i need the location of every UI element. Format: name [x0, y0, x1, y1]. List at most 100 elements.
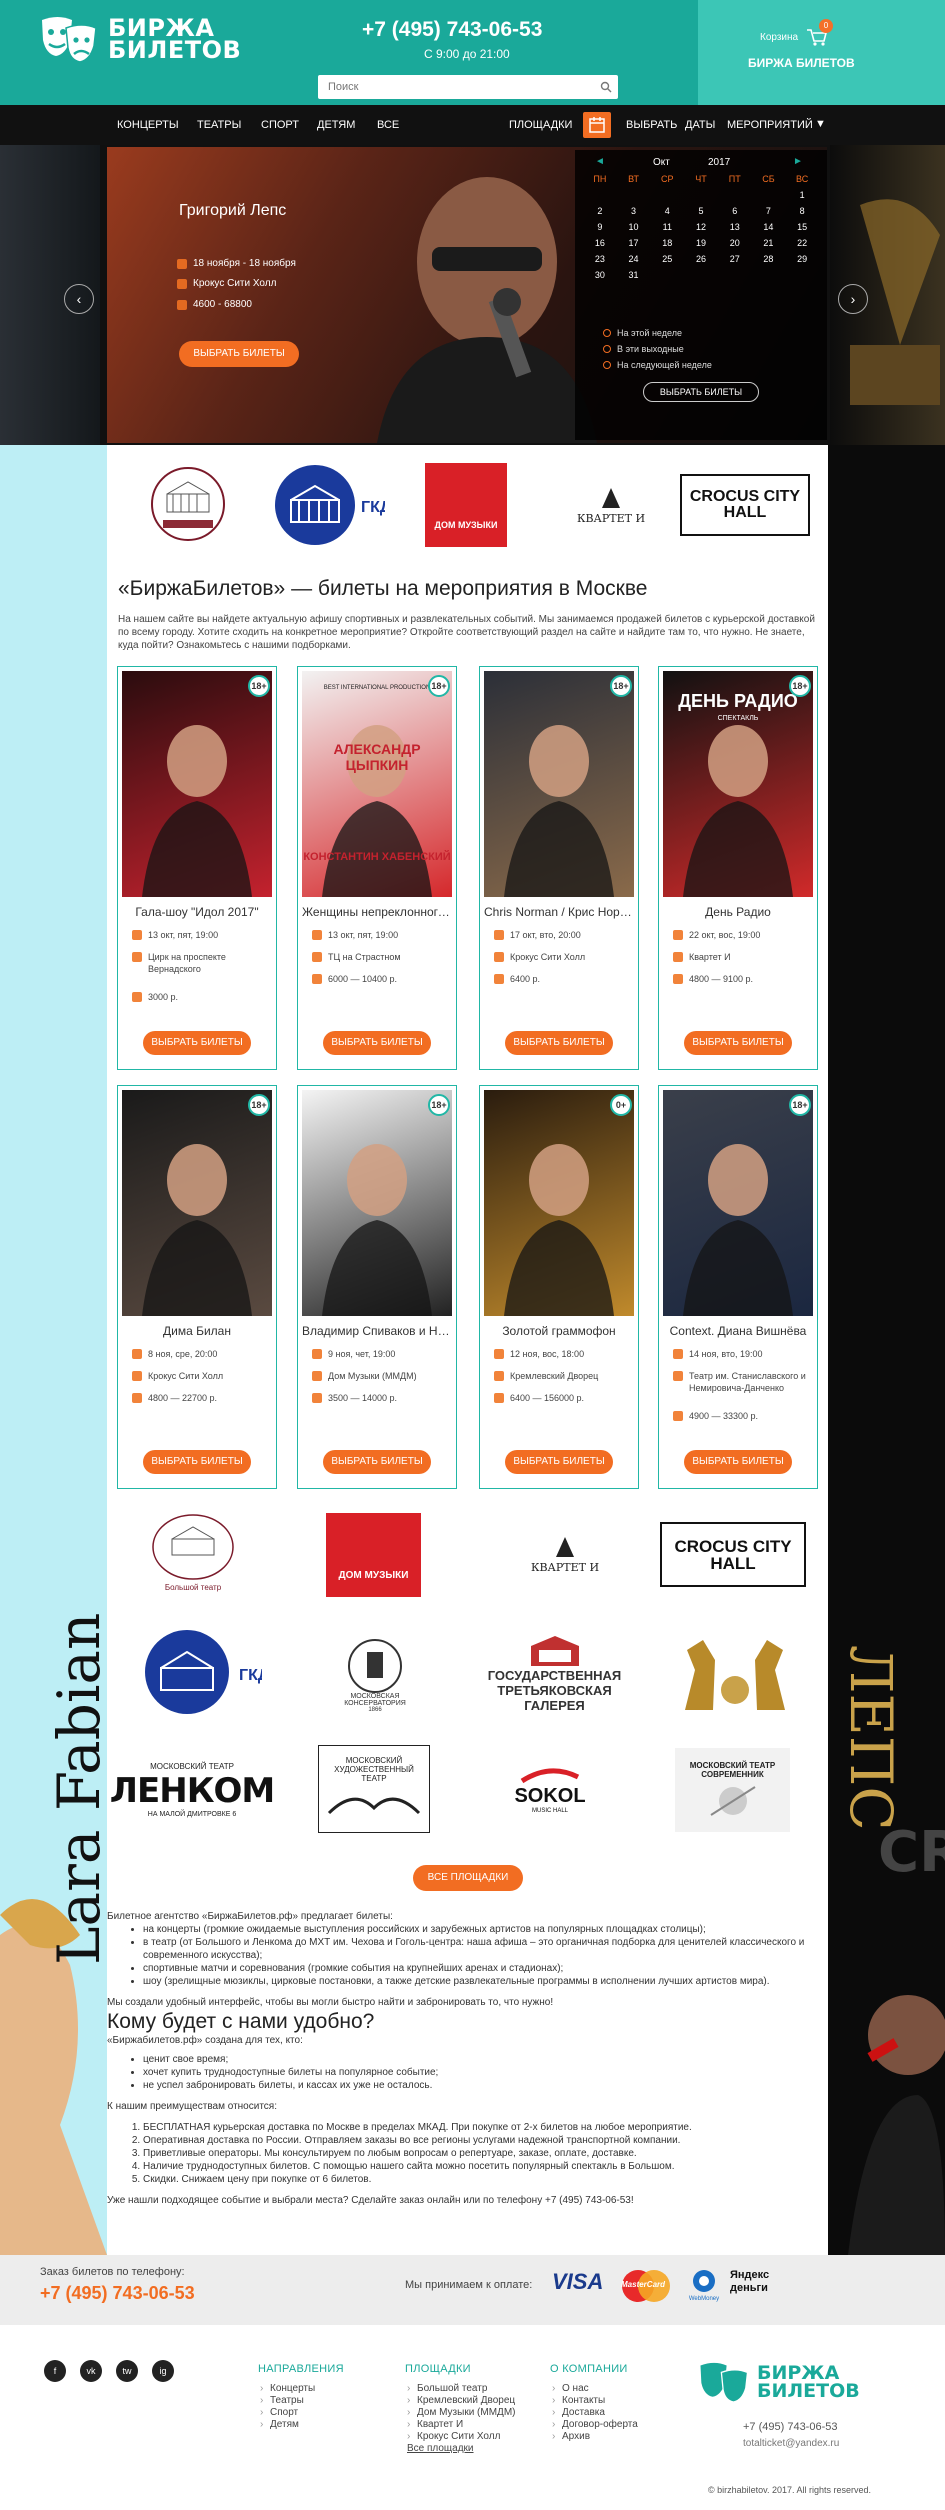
footer-link[interactable]: › Договор-оферта	[550, 2419, 638, 2431]
cart-area[interactable]: Корзина 0 БИРЖА БИЛЕТОВ	[698, 0, 945, 105]
footer-link[interactable]: › Театры	[258, 2395, 344, 2407]
calendar-option[interactable]: В эти выходные	[603, 344, 684, 354]
calendar-day[interactable]: 1	[785, 190, 819, 200]
event-card[interactable]: 0+ Золотой граммофон 12 ноя, вос, 18:00 Кре…	[479, 1085, 639, 1489]
calendar-toggle[interactable]	[583, 112, 611, 138]
nav-kids[interactable]: ДЕТЯМ	[317, 119, 355, 131]
event-card[interactable]: 18+ Context. Диана Вишнёва 14 ноя, вто, 19…	[658, 1085, 818, 1489]
calendar-day[interactable]: 13	[718, 222, 752, 232]
calendar-day[interactable]: 22	[785, 238, 819, 248]
footer-link[interactable]: › Спорт	[258, 2407, 344, 2419]
nav-all[interactable]: ВСЕ	[377, 119, 399, 131]
calendar-day[interactable]: 3	[617, 206, 651, 216]
footer-link[interactable]: › Большой театр	[405, 2383, 515, 2395]
footer-all-venues-link[interactable]: Все площадки	[405, 2443, 515, 2455]
venue-logo-bolshoi[interactable]	[140, 462, 236, 548]
calendar-day[interactable]: 2	[583, 206, 617, 216]
nav-venues[interactable]: ПЛОЩАДКИ	[509, 119, 572, 131]
footer-link[interactable]: › О нас	[550, 2383, 638, 2395]
buy-tickets-button[interactable]: ВЫБРАТЬ БИЛЕТЫ	[143, 1450, 251, 1474]
footer-link[interactable]: › Доставка	[550, 2407, 638, 2419]
calendar-day[interactable]: 20	[718, 238, 752, 248]
buy-tickets-button[interactable]: ВЫБРАТЬ БИЛЕТЫ	[323, 1031, 431, 1055]
instagram-icon[interactable]: ig	[152, 2360, 174, 2382]
calendar-day[interactable]: 12	[684, 222, 718, 232]
nav-theatres[interactable]: ТЕАТРЫ	[197, 119, 241, 131]
buy-tickets-button[interactable]: ВЫБРАТЬ БИЛЕТЫ	[323, 1450, 431, 1474]
nav-events[interactable]: МЕРОПРИЯТИЙ	[727, 119, 813, 131]
header-phone[interactable]: +7 (495) 743-06-53	[362, 18, 542, 42]
footer-phone[interactable]: +7 (495) 743-06-53	[743, 2421, 837, 2433]
event-card[interactable]: ДЕНЬ РАДИО СПЕКТАКЛЬ 18+ День Радио 22 окт, …	[658, 666, 818, 1070]
venue-logo-kvartet[interactable]: КВАРТЕТ И	[530, 1522, 600, 1586]
slider-prev-arrow-icon[interactable]: ‹	[64, 284, 94, 314]
calendar-day[interactable]: 25	[650, 254, 684, 264]
footer-link[interactable]: › Дом Музыки (ММДМ)	[405, 2407, 515, 2419]
event-image[interactable]	[122, 671, 272, 897]
event-title[interactable]: Дима Билан	[122, 1324, 272, 1338]
calendar-day[interactable]: 11	[650, 222, 684, 232]
venue-logo-kvartet[interactable]: КВАРТЕТ И	[570, 474, 652, 536]
search-icon[interactable]	[600, 81, 612, 93]
slider-next-arrow-icon[interactable]: ›	[838, 284, 868, 314]
chevron-down-icon[interactable]: ▼	[815, 118, 826, 130]
calendar-option[interactable]: На этой неделе	[603, 328, 682, 338]
venue-logo-dom-muzyki[interactable]: ДОМ МУЗЫКИ	[425, 463, 507, 547]
event-image[interactable]: АЛЕКСАНДР ЦЫПКИН BEST INTERNATIONAL PRODU…	[302, 671, 452, 897]
all-venues-button[interactable]: ВСЕ ПЛОЩАДКИ	[413, 1865, 523, 1891]
calendar-option[interactable]: На следующей неделе	[603, 360, 712, 370]
buy-tickets-button[interactable]: ВЫБРАТЬ БИЛЕТЫ	[505, 1450, 613, 1474]
footer-logo[interactable]: БИРЖА БИЛЕТОВ	[697, 2360, 860, 2404]
venue-logo-dom-muzyki[interactable]: ДОМ МУЗЫКИ	[326, 1513, 421, 1597]
footer-email[interactable]: totalticket@yandex.ru	[743, 2438, 839, 2449]
venue-logo-sovremennik[interactable]: МОСКОВСКИЙ ТЕАТР СОВРЕМЕННИК	[675, 1748, 790, 1832]
footer-link[interactable]: › Архив	[550, 2431, 638, 2443]
calendar-day[interactable]: 24	[617, 254, 651, 264]
twitter-icon[interactable]: tw	[116, 2360, 138, 2382]
calendar-day[interactable]: 31	[617, 270, 651, 280]
venue-logo-horses[interactable]	[670, 1628, 800, 1718]
venue-logo-tretyakov[interactable]: ГОСУДАРСТВЕННАЯ ТРЕТЬЯКОВСКАЯ ГАЛЕРЕЯ	[472, 1630, 637, 1715]
nav-pick[interactable]: ВЫБРАТЬ	[626, 119, 677, 131]
venue-logo-gkd[interactable]: ГКД	[263, 460, 385, 550]
calendar-day[interactable]: 6	[718, 206, 752, 216]
hero-buy-button[interactable]: ВЫБРАТЬ БИЛЕТЫ	[179, 341, 299, 367]
calendar-day[interactable]: 16	[583, 238, 617, 248]
event-title[interactable]: Context. Диана Вишнёва	[663, 1324, 813, 1338]
event-title[interactable]: Chris Norman / Крис Норман	[484, 905, 634, 919]
calendar-day[interactable]: 18	[650, 238, 684, 248]
buy-tickets-button[interactable]: ВЫБРАТЬ БИЛЕТЫ	[684, 1450, 792, 1474]
venue-logo-sokol[interactable]: SOKOL MUSIC HALL	[500, 1760, 600, 1820]
calendar-day[interactable]: 17	[617, 238, 651, 248]
footer-link[interactable]: › Крокус Сити Холл	[405, 2431, 515, 2443]
venue-logo-crocus[interactable]: CROCUS CITY HALL	[680, 474, 810, 536]
event-card[interactable]: 18+ Владимир Спиваков и НФОР 9 ноя, чет, 1…	[297, 1085, 457, 1489]
event-image[interactable]: ДЕНЬ РАДИО СПЕКТАКЛЬ	[663, 671, 813, 897]
calendar-year[interactable]: 2017	[708, 157, 730, 168]
calendar-day[interactable]: 9	[583, 222, 617, 232]
calendar-day[interactable]: 21	[752, 238, 786, 248]
event-title[interactable]: День Радио	[663, 905, 813, 919]
calendar-day[interactable]: 10	[617, 222, 651, 232]
event-title[interactable]: Гала-шоу "Идол 2017"	[122, 905, 272, 919]
site-logo[interactable]: БИРЖА БИЛЕТОВ	[38, 14, 241, 64]
calendar-prev-icon[interactable]: ◄	[595, 156, 605, 167]
event-card[interactable]: 18+ Гала-шоу "Идол 2017" 13 окт, пят, 19:0…	[117, 666, 277, 1070]
calendar-day[interactable]: 8	[785, 206, 819, 216]
calendar-next-icon[interactable]: ►	[793, 156, 803, 167]
calendar-day[interactable]: 28	[752, 254, 786, 264]
event-image[interactable]	[122, 1090, 272, 1316]
calendar-day[interactable]: 23	[583, 254, 617, 264]
footer-link[interactable]: › Кремлевский Дворец	[405, 2395, 515, 2407]
order-phone[interactable]: +7 (495) 743-06-53	[40, 2283, 195, 2304]
footer-link[interactable]: › Концерты	[258, 2383, 344, 2395]
nav-sport[interactable]: СПОРТ	[261, 119, 299, 131]
venue-logo-crocus[interactable]: CROCUS CITY HALL	[660, 1522, 806, 1587]
left-side-banner[interactable]	[0, 445, 107, 2255]
calendar-day[interactable]: 5	[684, 206, 718, 216]
calendar-day[interactable]: 30	[583, 270, 617, 280]
event-card[interactable]: АЛЕКСАНДР ЦЫПКИН BEST INTERNATIONAL PRODU…	[297, 666, 457, 1070]
event-title[interactable]: Женщины непреклонного возраста	[302, 905, 452, 919]
event-card[interactable]: 18+ Дима Билан 8 ноя, сре, 20:00 Крокус Сит…	[117, 1085, 277, 1489]
footer-link[interactable]: › Детям	[258, 2419, 344, 2431]
